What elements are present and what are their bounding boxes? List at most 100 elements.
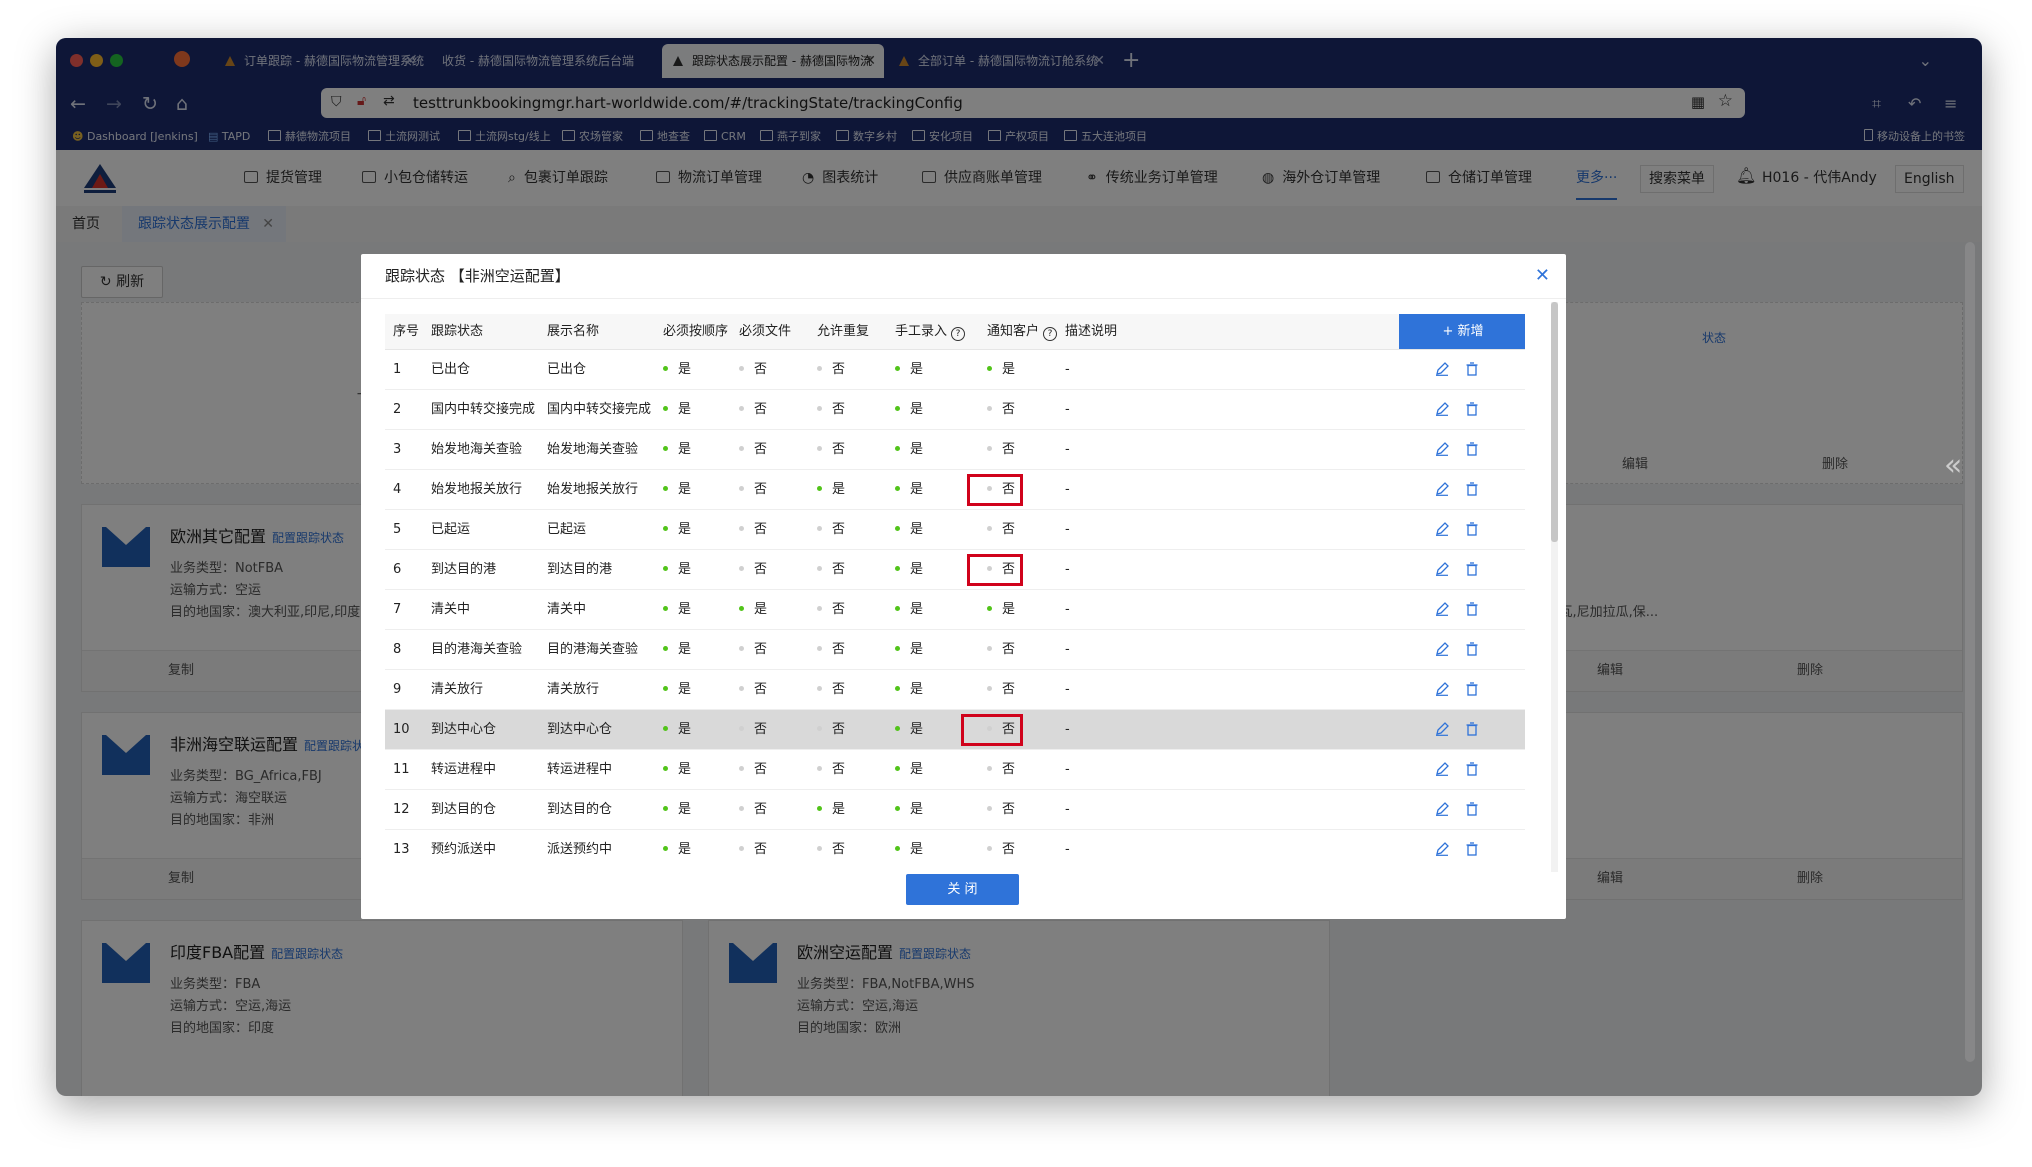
edit-icon[interactable] (1435, 562, 1449, 576)
cell-text: 否 (832, 602, 846, 617)
cell-text: 7 (393, 602, 402, 617)
table-row[interactable]: 1 已出仓 已出仓 是 否 否 是 是 - (385, 350, 1525, 390)
edit-icon[interactable] (1435, 842, 1449, 856)
trash-icon[interactable] (1465, 762, 1479, 776)
cell-manual: 是 (895, 550, 923, 589)
edit-icon[interactable] (1435, 722, 1449, 736)
status-dot (895, 486, 900, 491)
edit-icon[interactable] (1435, 442, 1449, 456)
col-desc: 描述说明 (1065, 324, 1118, 339)
status-dot (987, 406, 992, 411)
table-row[interactable]: 6 到达目的港 到达目的港是否否是否 - (385, 550, 1525, 590)
trash-icon[interactable] (1465, 722, 1479, 736)
trash-icon[interactable] (1465, 482, 1479, 496)
edit-icon[interactable] (1435, 802, 1449, 816)
edit-icon[interactable] (1435, 362, 1449, 376)
trash-icon[interactable] (1465, 602, 1479, 616)
status-dot (739, 806, 744, 811)
status-dot (895, 806, 900, 811)
cell-manual: 是 (895, 510, 923, 549)
trash-icon[interactable] (1465, 842, 1479, 856)
scrollbar-thumb[interactable] (1551, 302, 1558, 542)
trash-icon[interactable] (1465, 562, 1479, 576)
status-table: 序号 跟踪状态 展示名称 必须按顺序 必须文件 允许重复 手工录入? 通知客户?… (385, 314, 1525, 864)
table-row[interactable]: 3 始发地海关查验 始发地海关查验 是 否 否 是 否 - (385, 430, 1525, 470)
trash-icon[interactable] (1465, 442, 1479, 456)
cell-text: - (1065, 602, 1070, 617)
cell-display: 到达目的港 (547, 550, 612, 589)
cell-text: 始发地海关查验 (431, 442, 523, 457)
edit-icon[interactable] (1435, 682, 1449, 696)
edit-icon[interactable] (1435, 482, 1449, 496)
cell-repeat: 否 (817, 630, 845, 669)
cell-repeat: 否 (817, 590, 845, 629)
cell-manual: 是 (895, 470, 923, 509)
table-row[interactable]: 7 清关中 清关中 是 是 否 是 是 - (385, 590, 1525, 630)
table-row[interactable]: 10 到达中心仓 到达中心仓是否否是否 - (385, 710, 1525, 750)
cell-text: - (1065, 442, 1070, 457)
cell-desc: - (1065, 830, 1070, 864)
table-row[interactable]: 13 预约派送中 派送预约中 是 否 否 是 否 - (385, 830, 1525, 864)
status-dot (739, 606, 744, 611)
close-icon[interactable]: ✕ (1535, 254, 1550, 298)
cell-text: 已出仓 (431, 362, 471, 377)
cell-display: 到达中心仓 (547, 710, 612, 749)
trash-icon[interactable] (1465, 522, 1479, 536)
status-dot (895, 606, 900, 611)
cell-text: 11 (393, 762, 410, 777)
modal-header: 跟踪状态 【非洲空运配置】 ✕ (361, 254, 1566, 299)
cell-text: 否 (754, 522, 768, 537)
table-row[interactable]: 2 国内中转交接完成 国内中转交接完成 是 否 否 是 否 - (385, 390, 1525, 430)
cell-desc: - (1065, 590, 1070, 629)
cell-order: 是 (663, 430, 691, 469)
status-dot (663, 366, 668, 371)
cell-display: 始发地报关放行 (547, 470, 638, 509)
table-row[interactable]: 4 始发地报关放行 始发地报关放行是否是是否 - (385, 470, 1525, 510)
double-chevron-left-icon[interactable]: « (1944, 448, 1962, 483)
table-row[interactable]: 8 目的港海关查验 目的港海关查验 是 否 否 是 否 - (385, 630, 1525, 670)
cell-text: - (1065, 482, 1070, 497)
cell-text: - (1065, 522, 1070, 537)
page-scrollbar[interactable] (1965, 242, 1975, 1062)
table-row[interactable]: 5 已起运 已起运 是 否 否 是 否 - (385, 510, 1525, 550)
cell-text: - (1065, 842, 1070, 857)
cell-text: 5 (393, 522, 402, 537)
cell-text: 是 (910, 762, 924, 777)
cell-repeat: 是 (817, 470, 845, 509)
table-row[interactable]: 11 转运进程中 转运进程中 是 否 否 是 否 - (385, 750, 1525, 790)
cell-text: 是 (678, 762, 692, 777)
cell-order: 是 (663, 350, 691, 389)
table-row[interactable]: 9 清关放行 清关放行 是 否 否 是 否 - (385, 670, 1525, 710)
cell-display: 已起运 (547, 510, 586, 549)
help-icon[interactable]: ? (1043, 327, 1058, 341)
cell-text: 否 (1002, 442, 1016, 457)
trash-icon[interactable] (1465, 362, 1479, 376)
table-row[interactable]: 12 到达目的仓 到达目的仓 是 否 是 是 否 - (385, 790, 1525, 830)
trash-icon[interactable] (1465, 682, 1479, 696)
cell-seq: 10 (393, 710, 410, 749)
cell-text: 转运进程中 (431, 762, 497, 777)
cell-repeat: 否 (817, 670, 845, 709)
help-icon[interactable]: ? (951, 327, 966, 341)
trash-icon[interactable] (1465, 802, 1479, 816)
cell-text: 是 (678, 602, 692, 617)
close-button[interactable]: 关 闭 (906, 874, 1019, 905)
cell-text: 是 (678, 562, 692, 577)
cell-status: 始发地海关查验 (431, 430, 522, 469)
modal-scrollbar[interactable] (1551, 302, 1558, 872)
cell-text: 否 (832, 562, 846, 577)
add-status-button[interactable]: + 新增 (1399, 314, 1525, 349)
edit-icon[interactable] (1435, 642, 1449, 656)
cell-text: 始发地海关查验 (547, 442, 639, 457)
cell-text: 否 (754, 642, 768, 657)
cell-text: 否 (754, 402, 768, 417)
trash-icon[interactable] (1465, 642, 1479, 656)
edit-icon[interactable] (1435, 602, 1449, 616)
cell-text: 否 (754, 762, 768, 777)
col-display: 展示名称 (547, 324, 600, 339)
col-manual-label: 手工录入 (895, 324, 948, 339)
edit-icon[interactable] (1435, 402, 1449, 416)
edit-icon[interactable] (1435, 522, 1449, 536)
trash-icon[interactable] (1465, 402, 1479, 416)
edit-icon[interactable] (1435, 762, 1449, 776)
